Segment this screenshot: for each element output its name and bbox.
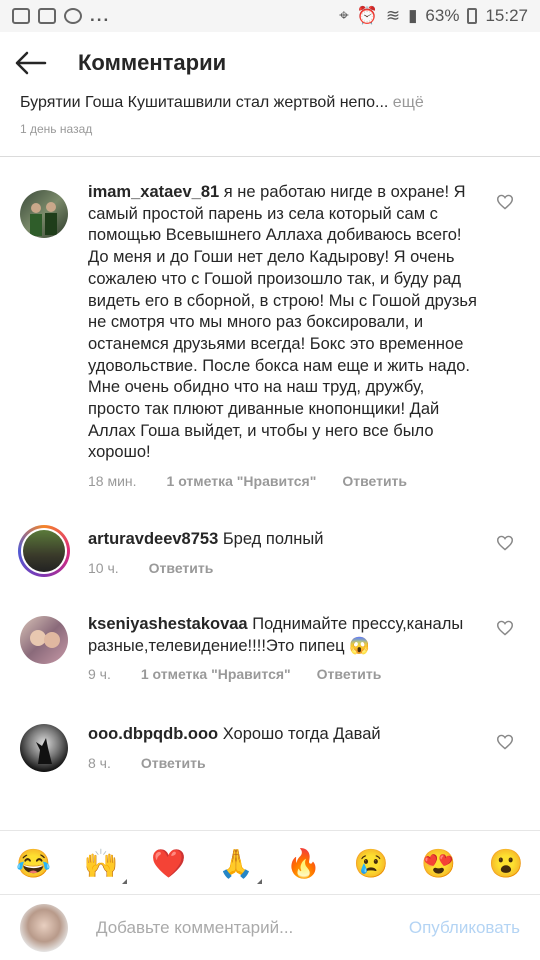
status-bar: ... ⌖ ⏰ ≋ ▮ 63% 15:27: [0, 0, 540, 32]
more-link[interactable]: ещё: [388, 94, 424, 111]
comment-likes[interactable]: 1 отметка "Нравится": [141, 666, 291, 682]
comment-username[interactable]: arturavdeev8753: [88, 530, 218, 548]
app-icon: [64, 8, 82, 24]
alarm-icon: ⏰: [356, 6, 378, 25]
signal-icon: ▮: [408, 6, 418, 25]
emoji-pray-icon: 🙏: [218, 847, 254, 879]
my-avatar: [20, 903, 68, 952]
post-caption: Бурятии Гоша Кушиташвили стал жертвой не…: [0, 94, 540, 136]
comment-input[interactable]: [94, 916, 409, 939]
emoji-laugh-button[interactable]: 😂: [16, 847, 51, 880]
emoji-pray-button[interactable]: 🙏: [218, 847, 262, 884]
emoji-hands-button[interactable]: 🙌: [83, 847, 127, 884]
emoji-cry-button[interactable]: 😢: [354, 847, 389, 880]
comment-meta: 18 мин. 1 отметка "Нравится" Ответить: [88, 473, 480, 489]
app-bar: Комментарии: [0, 32, 540, 94]
comment-meta: 10 ч. Ответить: [88, 560, 480, 576]
heart-icon[interactable]: [496, 535, 514, 551]
publish-button[interactable]: Опубликовать: [409, 918, 520, 938]
back-button[interactable]: [14, 46, 48, 80]
comment-input-bar: Опубликовать: [0, 894, 540, 960]
comment-likes[interactable]: 1 отметка "Нравится": [167, 473, 317, 489]
reply-button[interactable]: Ответить: [149, 560, 214, 576]
heart-icon[interactable]: [496, 620, 514, 636]
comment-item: ooo.dbpqdb.ooo Хорошо тогда Давай 8 ч. О…: [0, 724, 540, 773]
comment-username[interactable]: imam_xataev_81: [88, 183, 219, 201]
emoji-heart-eyes-button[interactable]: 😍: [421, 847, 456, 880]
comment-time: 9 ч.: [88, 666, 111, 683]
more-notifications-icon: ...: [90, 6, 111, 25]
comment-item: kseniyashestakovaa Поднимайте прессу,кан…: [0, 614, 540, 682]
clock: 15:27: [485, 6, 528, 25]
page-title: Комментарии: [78, 50, 227, 75]
comment-body: Хорошо тогда Давай: [218, 725, 381, 744]
emoji-fire-button[interactable]: 🔥: [286, 847, 321, 880]
comment-username[interactable]: ooo.dbpqdb.ooo: [88, 725, 218, 743]
comment-meta: 8 ч. Ответить: [88, 755, 480, 771]
skin-tone-indicator: [256, 878, 262, 884]
comment-text: arturavdeev8753 Бред полный: [88, 529, 480, 551]
comment-body: Бред полный: [218, 530, 324, 549]
avatar[interactable]: [20, 615, 68, 664]
heart-icon[interactable]: [496, 734, 514, 750]
emoji-wow-button[interactable]: 😮: [489, 847, 524, 880]
comment-meta: 9 ч. 1 отметка "Нравится" Ответить: [88, 666, 480, 682]
comment-time: 10 ч.: [88, 559, 119, 576]
battery-icon: [467, 8, 478, 24]
reply-button[interactable]: Ответить: [141, 755, 206, 771]
comment-item: arturavdeev8753 Бред полный 10 ч. Ответи…: [0, 525, 540, 578]
reply-button[interactable]: Ответить: [342, 473, 407, 489]
comment-text: imam_xataev_81 я не работаю нигде в охра…: [88, 182, 480, 464]
reply-button[interactable]: Ответить: [317, 666, 382, 682]
battery-percent: 63%: [425, 6, 460, 25]
divider: [0, 156, 540, 157]
caption-text: Бурятии Гоша Кушиташвили стал жертвой не…: [20, 94, 389, 111]
back-arrow-icon: [15, 51, 47, 75]
comment-time: 18 мин.: [88, 473, 137, 490]
comment-body: я не работаю нигде в охране! Я самый про…: [88, 183, 477, 462]
comment-username[interactable]: kseniyashestakovaa: [88, 615, 248, 633]
caption-time: 1 день назад: [20, 122, 93, 136]
comment-text: ooo.dbpqdb.ooo Хорошо тогда Давай: [88, 724, 480, 746]
notification-icon: [12, 8, 30, 24]
wifi-icon: ≋: [385, 6, 401, 25]
emoji-bar: 😂 🙌 ❤️ 🙏 🔥 😢 😍 😮: [0, 830, 540, 895]
location-icon: ⌖: [339, 6, 349, 25]
emoji-hands-icon: 🙌: [83, 847, 119, 879]
comment-text: kseniyashestakovaa Поднимайте прессу,кан…: [88, 614, 480, 657]
gallery-icon: [38, 8, 56, 24]
emoji-heart-button[interactable]: ❤️: [151, 847, 186, 880]
avatar[interactable]: [18, 525, 70, 578]
comment-item: imam_xataev_81 я не работаю нигде в охра…: [0, 182, 540, 489]
comment-time: 8 ч.: [88, 754, 111, 771]
skin-tone-indicator: [121, 878, 127, 884]
avatar[interactable]: [20, 190, 68, 238]
heart-icon[interactable]: [496, 194, 514, 210]
avatar[interactable]: [20, 724, 68, 773]
